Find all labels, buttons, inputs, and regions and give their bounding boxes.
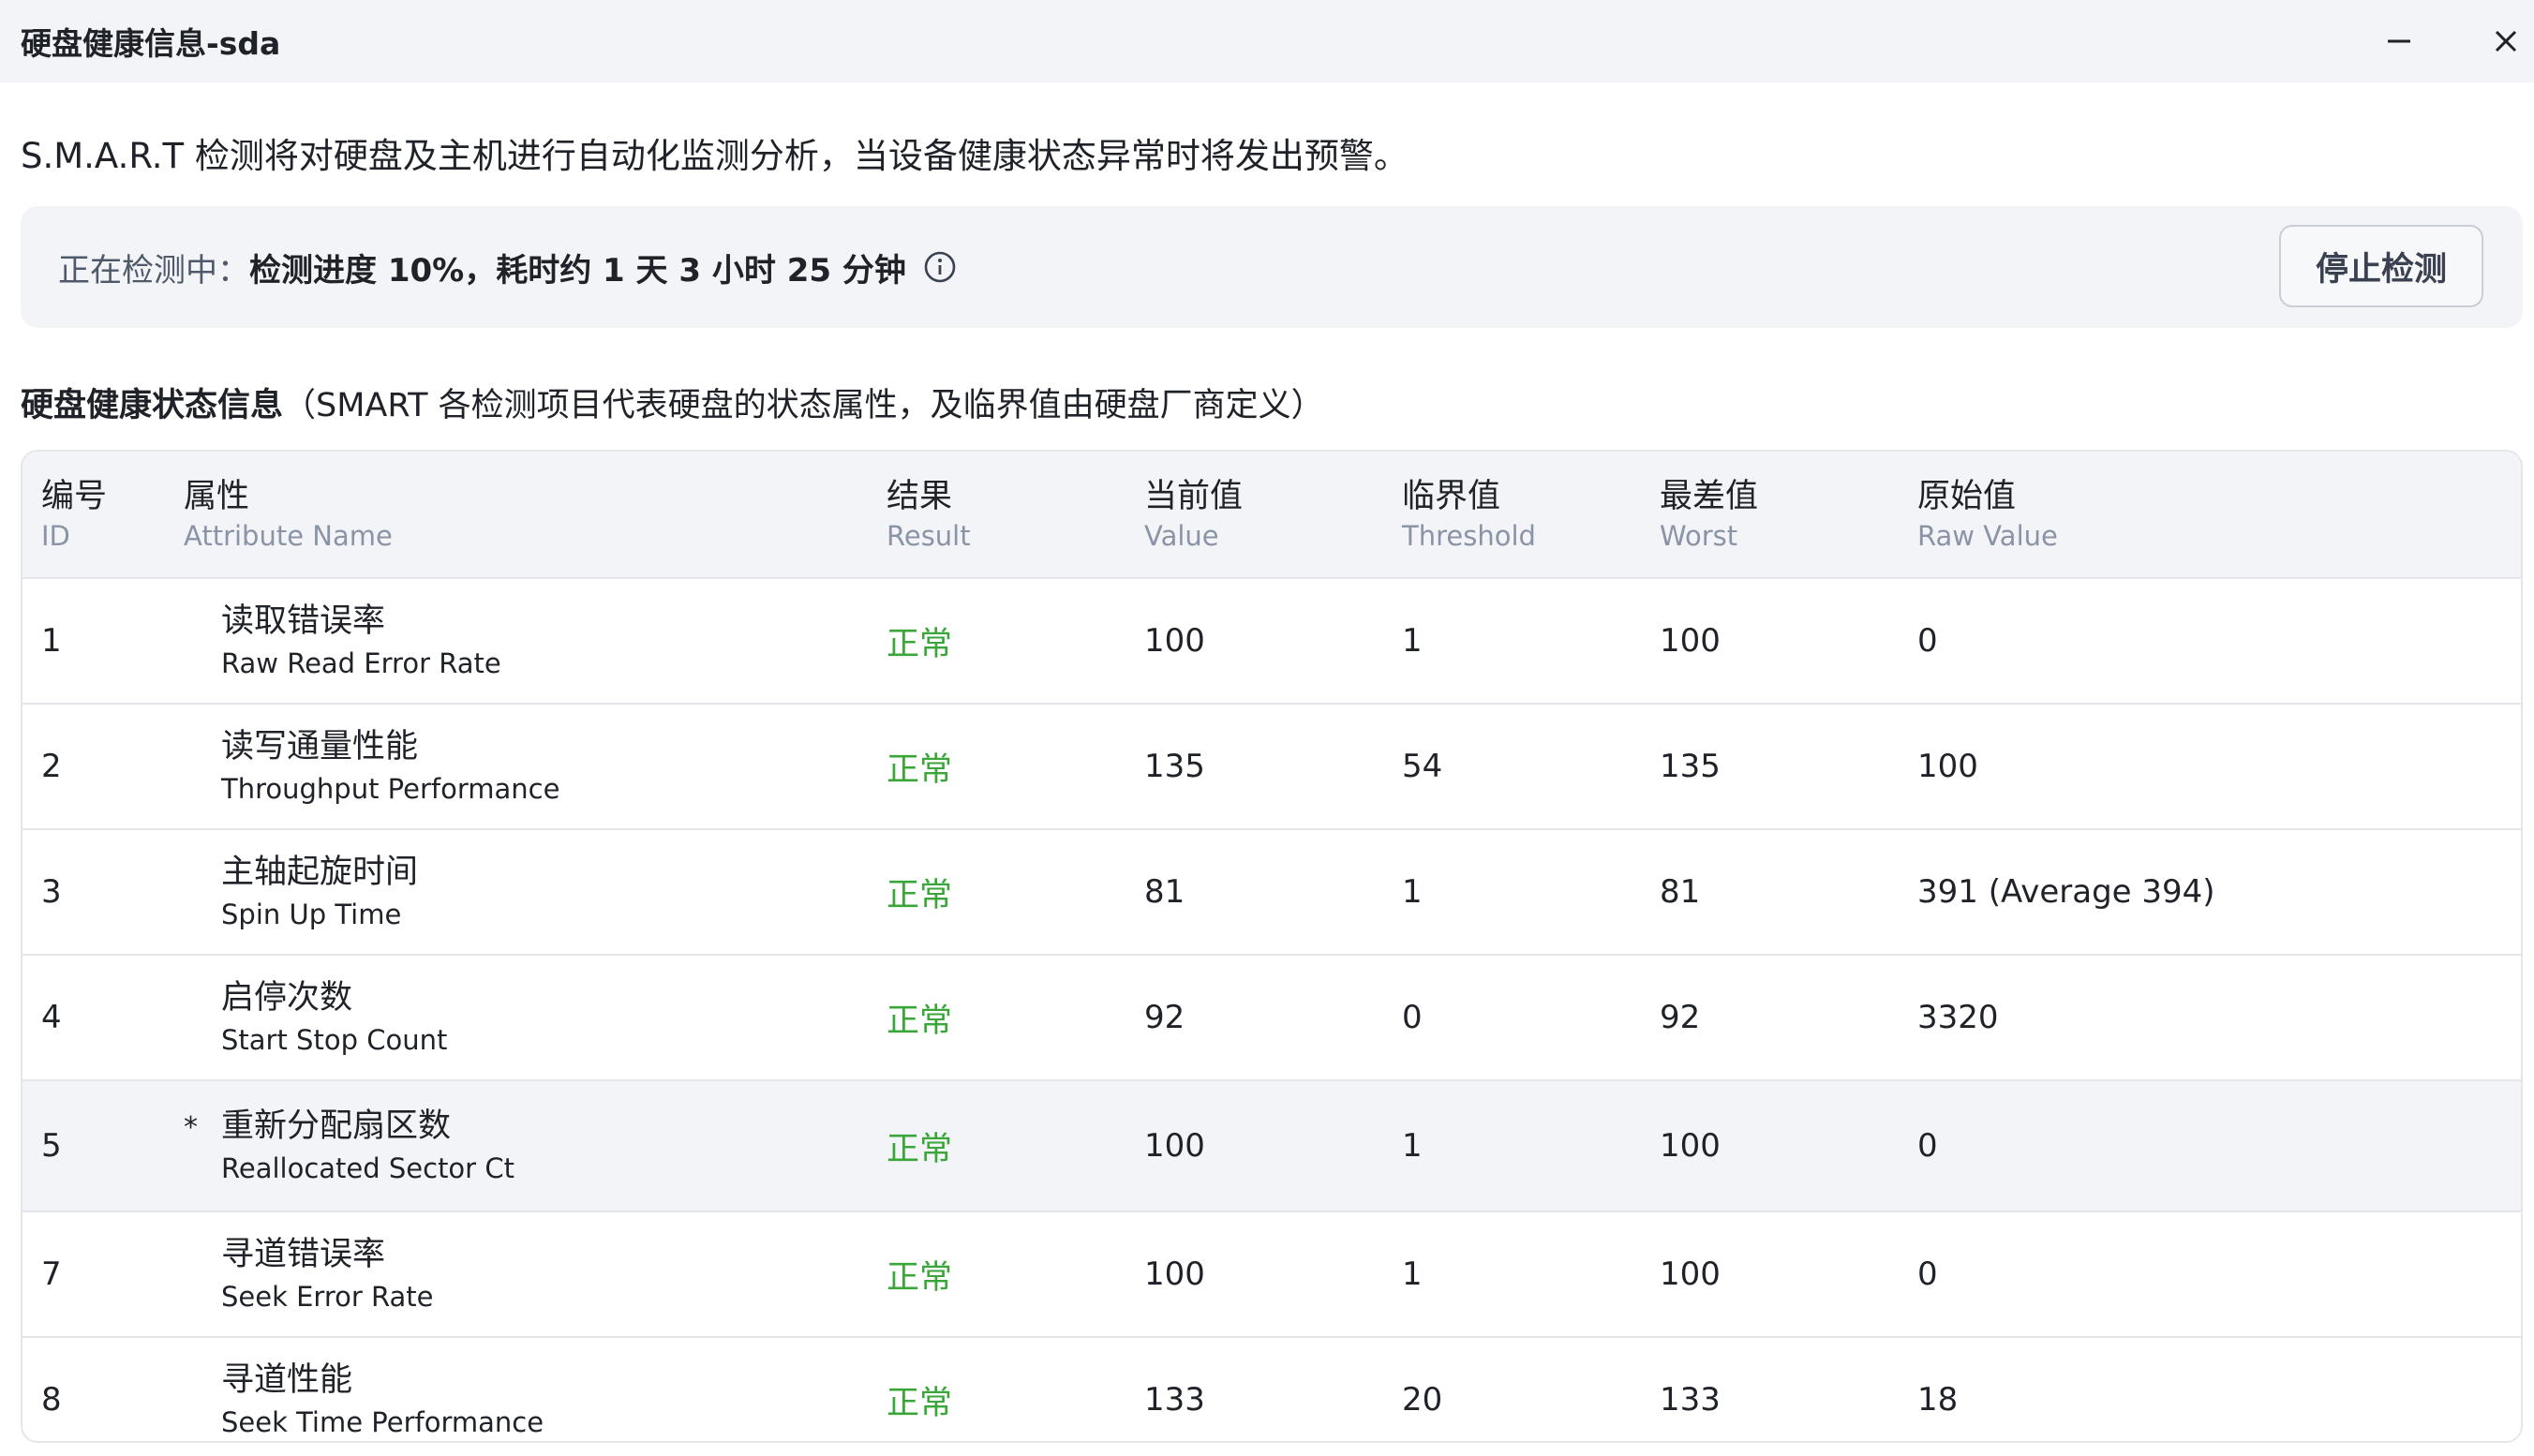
- attribute-name-en: Seek Error Rate: [221, 1281, 434, 1313]
- attribute-name-zh: 主轴起旋时间: [221, 854, 419, 891]
- attribute-name-en: Reallocated Sector Ct: [221, 1152, 514, 1184]
- minimize-icon: [2388, 39, 2410, 43]
- cell-result: 正常: [887, 750, 953, 789]
- cell-id: 4: [41, 999, 62, 1036]
- section-title: 硬盘健康状态信息: [21, 387, 284, 424]
- smart-attributes-table: 编号 ID 属性 Attribute Name 结果 Result 当前值 Va…: [21, 450, 2523, 1443]
- cell-attribute-name: 启停次数 Start Stop Count: [221, 956, 447, 1079]
- attribute-name-zh: 重新分配扇区数: [221, 1107, 452, 1145]
- cell-id: 2: [41, 748, 62, 785]
- status-label: 正在检测中：: [58, 251, 249, 290]
- cell-attribute-name: 寻道性能 Seek Time Performance: [221, 1338, 544, 1441]
- table-row: 1 读取错误率 Raw Read Error Rate 正常 100 1 100 0: [22, 579, 2521, 705]
- cell-threshold: 54: [1402, 748, 1443, 785]
- attribute-name-en: Spin Up Time: [221, 899, 402, 930]
- attribute-name-en: Throughput Performance: [221, 773, 560, 805]
- cell-threshold: 1: [1402, 1127, 1423, 1165]
- smart-description: S.M.A.R.T 检测将对硬盘及主机进行自动化监测分析，当设备健康状态异常时将…: [21, 136, 1409, 176]
- cell-worst: 133: [1660, 1381, 1721, 1419]
- detection-status: 正在检测中： 检测进度 10%，耗时约 1 天 3 小时 25 分钟: [58, 206, 957, 328]
- info-circle-icon[interactable]: [923, 250, 957, 284]
- cell-raw-value: 3320: [1917, 999, 1999, 1036]
- cell-threshold: 0: [1402, 999, 1423, 1036]
- cell-threshold: 20: [1402, 1381, 1443, 1419]
- cell-result: 正常: [887, 1002, 953, 1040]
- table-row: 5 * 重新分配扇区数 Reallocated Sector Ct 正常 100 1 100 0: [22, 1081, 2521, 1212]
- cell-attribute-name: 主轴起旋时间 Spin Up Time: [221, 830, 418, 954]
- cell-value: 100: [1144, 622, 1205, 660]
- cell-threshold: 1: [1402, 873, 1423, 911]
- col-header-worst: 最差值 Worst: [1660, 478, 1759, 552]
- table-row: 4 启停次数 Start Stop Count 正常 92 0 92 3320: [22, 956, 2521, 1081]
- cell-attribute-name: 重新分配扇区数 Reallocated Sector Ct: [221, 1081, 514, 1211]
- cell-id: 5: [41, 1127, 62, 1165]
- table-row: 2 读写通量性能 Throughput Performance 正常 135 54 135 1…: [22, 705, 2521, 830]
- cell-id: 8: [41, 1381, 62, 1419]
- cell-worst: 100: [1660, 1255, 1721, 1293]
- window-titlebar: 硬盘健康信息-sda: [0, 0, 2534, 82]
- col-header-raw-value: 原始值 Raw Value: [1917, 478, 2058, 552]
- section-note: （SMART 各检测项目代表硬盘的状态属性，及临界值由硬盘厂商定义）: [283, 387, 1324, 424]
- close-button[interactable]: [2474, 9, 2534, 73]
- cell-worst: 135: [1660, 748, 1721, 785]
- cell-attribute-name: 读写通量性能 Throughput Performance: [221, 705, 559, 828]
- col-header-result: 结果 Result: [887, 478, 971, 552]
- cell-id: 1: [41, 622, 62, 660]
- cell-raw-value: 0: [1917, 622, 1938, 660]
- progress-text: 检测进度 10%，耗时约 1 天 3 小时 25 分钟: [249, 251, 906, 290]
- col-header-id: 编号 ID: [41, 478, 108, 552]
- table-header: 编号 ID 属性 Attribute Name 结果 Result 当前值 Va…: [22, 452, 2521, 579]
- cell-threshold: 1: [1402, 1255, 1423, 1293]
- attribute-name-zh: 寻道错误率: [221, 1236, 386, 1273]
- cell-value: 133: [1144, 1381, 1205, 1419]
- attribute-name-en: Start Stop Count: [221, 1024, 448, 1056]
- cell-value: 92: [1144, 999, 1185, 1036]
- col-header-attribute: 属性 Attribute Name: [184, 478, 393, 552]
- cell-raw-value: 18: [1917, 1381, 1959, 1419]
- cell-worst: 100: [1660, 1127, 1721, 1165]
- close-icon: [2495, 30, 2517, 52]
- stop-detection-button[interactable]: 停止检测: [2279, 225, 2483, 307]
- cell-result: 正常: [887, 1258, 953, 1297]
- cell-result: 正常: [887, 1130, 953, 1168]
- cell-worst: 81: [1660, 873, 1701, 911]
- cell-result: 正常: [887, 876, 953, 914]
- attribute-name-en: Raw Read Error Rate: [221, 647, 501, 679]
- detection-status-panel: 正在检测中： 检测进度 10%，耗时约 1 天 3 小时 25 分钟 停止检测: [21, 206, 2523, 328]
- attribute-name-zh: 寻道性能: [221, 1361, 353, 1399]
- attribute-name-zh: 读取错误率: [221, 602, 386, 640]
- cell-id: 3: [41, 873, 62, 911]
- attribute-name-en: Seek Time Performance: [221, 1406, 544, 1438]
- cell-attribute-name: 读取错误率 Raw Read Error Rate: [221, 579, 501, 703]
- critical-attribute-marker: *: [184, 1110, 198, 1144]
- attribute-name-zh: 启停次数: [221, 979, 353, 1017]
- cell-raw-value: 391 (Average 394): [1917, 873, 2215, 911]
- cell-id: 7: [41, 1255, 62, 1293]
- cell-worst: 100: [1660, 622, 1721, 660]
- cell-result: 正常: [887, 625, 953, 663]
- window-title: 硬盘健康信息-sda: [21, 25, 281, 62]
- cell-threshold: 1: [1402, 622, 1423, 660]
- cell-raw-value: 0: [1917, 1127, 1938, 1165]
- col-header-threshold: 临界值 Threshold: [1402, 478, 1536, 552]
- attribute-name-zh: 读写通量性能: [221, 728, 419, 765]
- col-header-value: 当前值 Value: [1144, 478, 1244, 552]
- table-row: 7 寻道错误率 Seek Error Rate 正常 100 1 100 0: [22, 1212, 2521, 1338]
- cell-value: 100: [1144, 1255, 1205, 1293]
- table-row: 8 寻道性能 Seek Time Performance 正常 133 20 133 18: [22, 1338, 2521, 1441]
- table-row: 3 主轴起旋时间 Spin Up Time 正常 81 1 81 391 (Average 3…: [22, 830, 2521, 956]
- cell-value: 100: [1144, 1127, 1205, 1165]
- section-heading: 硬盘健康状态信息（SMART 各检测项目代表硬盘的状态属性，及临界值由硬盘厂商定…: [21, 379, 1324, 426]
- cell-attribute-name: 寻道错误率 Seek Error Rate: [221, 1212, 434, 1336]
- cell-raw-value: 0: [1917, 1255, 1938, 1293]
- cell-value: 135: [1144, 748, 1205, 785]
- minimize-button[interactable]: [2367, 9, 2431, 73]
- cell-raw-value: 100: [1917, 748, 1978, 785]
- cell-worst: 92: [1660, 999, 1701, 1036]
- cell-value: 81: [1144, 873, 1185, 911]
- cell-result: 正常: [887, 1384, 953, 1422]
